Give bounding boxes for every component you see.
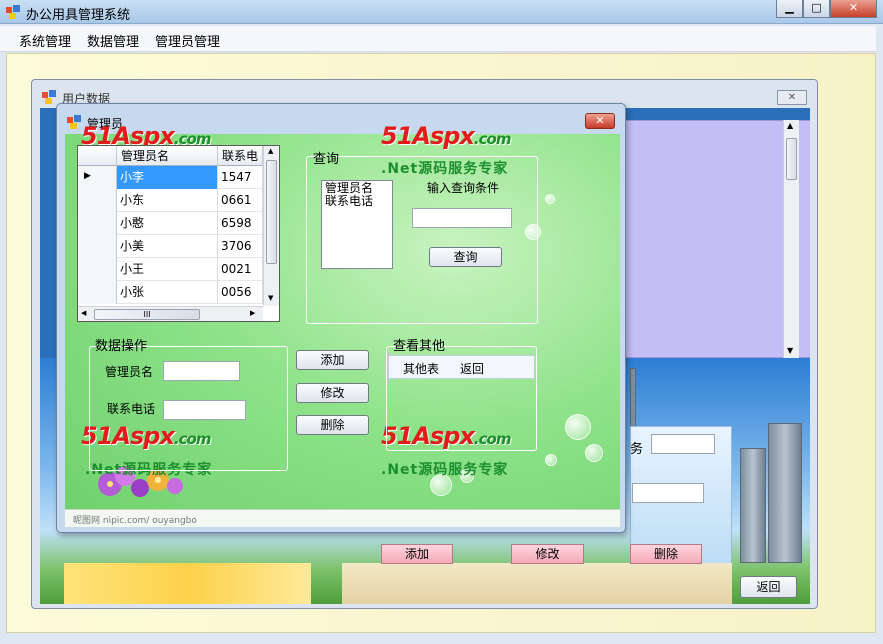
window-icon xyxy=(67,115,81,129)
admin-close-button[interactable]: ✕ xyxy=(585,113,615,129)
view-others-menu: 其他表 返回 xyxy=(388,355,535,379)
main-title-bar: 办公用具管理系统 ▁ □ ✕ xyxy=(0,0,883,24)
cell-admin-phone[interactable]: 1547 xyxy=(218,166,263,189)
table-row[interactable]: 小东 0661 xyxy=(78,189,263,212)
app-icon xyxy=(6,5,20,19)
scroll-up-icon[interactable]: ▲ xyxy=(268,147,273,155)
building-image xyxy=(740,448,766,563)
scroll-thumb[interactable] xyxy=(266,160,277,264)
partial-field-label: 务 xyxy=(630,442,644,457)
image-credit: 昵图网 nipic.com/ ouyangbo xyxy=(65,509,620,527)
table-row[interactable]: ▶ 小李 1547 xyxy=(78,166,263,189)
bubble-decoration xyxy=(565,414,591,440)
cell-admin-name[interactable]: 小王 xyxy=(117,258,218,281)
admin-name-input[interactable] xyxy=(163,361,240,381)
minimize-button[interactable]: ▁ xyxy=(776,0,803,18)
menu-other-tables[interactable]: 其他表 xyxy=(403,360,439,377)
row-header-corner xyxy=(78,146,117,166)
menu-bar: 系统管理 数据管理 管理员管理 xyxy=(0,26,876,52)
query-button[interactable]: 查询 xyxy=(429,247,502,267)
row-header[interactable] xyxy=(78,235,117,258)
user-data-close-button[interactable]: ✕ xyxy=(777,90,807,105)
user-delete-button[interactable]: 删除 xyxy=(630,544,702,564)
flower-background-image xyxy=(64,563,311,604)
table-row[interactable]: 小美 3706 xyxy=(78,235,263,258)
admin-delete-button[interactable]: 删除 xyxy=(296,415,369,435)
row-header[interactable]: ▶ xyxy=(78,166,117,189)
view-others-group-title: 查看其他 xyxy=(393,339,446,354)
row-header[interactable] xyxy=(78,189,117,212)
building-image xyxy=(768,423,802,563)
row-header[interactable] xyxy=(78,258,117,281)
user-edit-button[interactable]: 修改 xyxy=(511,544,584,564)
query-prompt-label: 输入查询条件 xyxy=(427,181,500,195)
scroll-down-icon[interactable]: ▼ xyxy=(787,346,793,355)
grid-hscrollbar[interactable]: ◀ III ▶ xyxy=(78,306,263,321)
admin-phone-input[interactable] xyxy=(163,400,246,420)
bubble-decoration xyxy=(545,454,557,466)
hscroll-thumb[interactable]: III xyxy=(94,309,200,320)
cell-admin-name[interactable]: 小憨 xyxy=(117,212,218,235)
bubble-decoration xyxy=(585,444,603,462)
watermark-slogan: .Net源码服务专家 xyxy=(381,462,509,478)
menu-back[interactable]: 返回 xyxy=(460,360,484,377)
current-row-icon: ▶ xyxy=(84,171,91,181)
cell-admin-phone[interactable]: 6598 xyxy=(218,212,263,235)
user-data-vscrollbar[interactable]: ▲ ▼ xyxy=(783,120,799,358)
data-ops-group-title: 数据操作 xyxy=(95,339,148,354)
user-field-input[interactable] xyxy=(651,434,715,454)
scroll-thumb[interactable] xyxy=(786,138,797,180)
maximize-button[interactable]: □ xyxy=(803,0,830,18)
column-header-name[interactable]: 管理员名 xyxy=(117,146,218,166)
admin-add-button[interactable]: 添加 xyxy=(296,350,369,370)
query-field-listbox[interactable]: 管理员名 联系电话 xyxy=(321,180,393,269)
cell-admin-phone[interactable]: 0056 xyxy=(218,281,263,304)
user-back-button[interactable]: 返回 xyxy=(740,576,797,598)
table-row[interactable]: 小王 0021 xyxy=(78,258,263,281)
grid-header: 管理员名 联系电 xyxy=(78,146,263,166)
admin-edit-button[interactable]: 修改 xyxy=(296,383,369,403)
query-input[interactable] xyxy=(412,208,512,228)
app-title: 办公用具管理系统 xyxy=(26,8,131,23)
cell-admin-phone[interactable]: 0021 xyxy=(218,258,263,281)
cell-admin-name[interactable]: 小李 xyxy=(117,166,218,189)
admin-phone-label: 联系电话 xyxy=(107,402,156,416)
admin-datagrid[interactable]: 管理员名 联系电 ▶ 小李 1547 小东 0661 小憨 6598 小美 3706 小王 0021… xyxy=(77,145,280,322)
road-background-image xyxy=(342,563,732,604)
scroll-left-icon[interactable]: ◀ xyxy=(81,309,86,317)
query-group-title: 查询 xyxy=(313,152,340,167)
admin-name-label: 管理员名 xyxy=(105,365,154,379)
scroll-right-icon[interactable]: ▶ xyxy=(250,309,255,317)
bubble-decoration xyxy=(545,194,555,204)
column-header-phone[interactable]: 联系电 xyxy=(218,146,263,166)
watermark-logo: 51Aspx.com xyxy=(381,122,511,150)
cell-admin-phone[interactable]: 0661 xyxy=(218,189,263,212)
cell-admin-name[interactable]: 小美 xyxy=(117,235,218,258)
menu-system[interactable]: 系统管理 xyxy=(19,31,71,50)
table-row[interactable]: 小憨 6598 xyxy=(78,212,263,235)
row-header[interactable] xyxy=(78,281,117,304)
cell-admin-name[interactable]: 小张 xyxy=(117,281,218,304)
window-icon xyxy=(42,90,56,104)
close-button[interactable]: ✕ xyxy=(830,0,877,18)
row-header[interactable] xyxy=(78,212,117,235)
query-field-option[interactable]: 联系电话 xyxy=(325,195,389,208)
grid-vscrollbar[interactable]: ▲ ▼ xyxy=(263,146,279,306)
menu-data[interactable]: 数据管理 xyxy=(87,31,139,50)
table-row[interactable]: 小张 0056 xyxy=(78,281,263,304)
cell-admin-name[interactable]: 小东 xyxy=(117,189,218,212)
cell-admin-phone[interactable]: 3706 xyxy=(218,235,263,258)
user-field-input-2[interactable] xyxy=(632,483,704,503)
user-add-button[interactable]: 添加 xyxy=(381,544,453,564)
scroll-down-icon[interactable]: ▼ xyxy=(268,294,273,302)
menu-admin[interactable]: 管理员管理 xyxy=(155,31,220,50)
building-image xyxy=(630,368,636,428)
scroll-up-icon[interactable]: ▲ xyxy=(787,121,793,130)
